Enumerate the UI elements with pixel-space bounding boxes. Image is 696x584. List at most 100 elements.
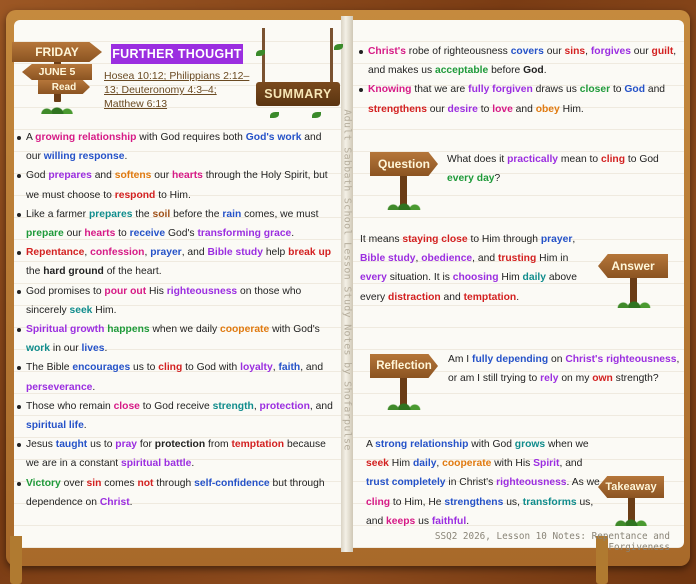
bullet-item: Repentance, confession, prayer, and Bibl… [16, 243, 338, 281]
text-run: for [137, 439, 155, 451]
text-run: to [477, 103, 493, 115]
text-run: . [191, 458, 195, 470]
question-text: What does it practically mean to cling t… [447, 150, 667, 188]
text-run: to [610, 84, 625, 96]
highlighted-term: seek [366, 458, 389, 470]
highlighted-term: strengthens [368, 103, 427, 115]
text-run: before the [170, 208, 223, 220]
text-run: us to [130, 362, 159, 374]
text-run: Like a farmer [26, 208, 89, 220]
text-run: . [516, 291, 520, 303]
highlighted-term: Victory [26, 477, 61, 489]
highlighted-term: prepare [26, 228, 64, 240]
text-run: . [129, 496, 133, 508]
text-run: and [512, 103, 536, 115]
highlighted-term: desire [447, 103, 478, 115]
highlighted-term: temptation [463, 291, 517, 303]
highlighted-term: God [624, 84, 645, 96]
highlighted-term: obey [535, 103, 560, 115]
text-run: that we are [411, 84, 469, 96]
grass-icon [386, 200, 422, 210]
date-board: JUNE 5 [22, 64, 92, 80]
text-run: Those who remain [26, 400, 114, 412]
highlighted-term: self-confidence [194, 477, 270, 489]
text-run: the [26, 266, 44, 278]
text-run: Him. [559, 103, 584, 115]
highlighted-term: choosing [452, 272, 499, 284]
scripture-references[interactable]: Hosea 10:12; Philippians 2:12–13; Deuter… [104, 69, 254, 111]
bullet-item: Those who remain close to God receive st… [16, 397, 338, 435]
text-run: in Christ's [445, 477, 497, 489]
highlighted-term: every [360, 272, 387, 284]
text-run: , and [300, 362, 324, 374]
text-run: the [132, 208, 153, 220]
highlighted-term: protection [259, 400, 310, 412]
highlighted-term: prepares [48, 170, 92, 182]
highlighted-term: cling [600, 154, 626, 165]
highlighted-term: Christ's [368, 46, 406, 57]
text-run: A [26, 132, 36, 143]
bullet-item: Knowing that we are fully forgiven draws… [358, 80, 680, 118]
lesson-footer: SSQ2 2026, Lesson 10 Notes: Repentance a… [434, 531, 670, 553]
highlighted-term: work [26, 343, 51, 355]
text-run: The Bible [26, 362, 73, 374]
highlighted-term: Spirit [533, 458, 560, 470]
text-run: , and [181, 247, 208, 259]
highlighted-term: daily [412, 458, 437, 470]
highlighted-term: rain [222, 208, 242, 220]
highlighted-term: Christ [99, 496, 130, 508]
text-run: draws us [532, 84, 580, 96]
highlighted-term: protection [154, 439, 206, 451]
read-board: Read [38, 80, 90, 94]
text-run: . [92, 381, 96, 393]
highlighted-term: closer [579, 84, 611, 96]
text-run: , and [472, 253, 498, 265]
highlighted-term: taught [55, 439, 88, 451]
highlighted-term: not [137, 477, 154, 489]
text-run: with God requires both [136, 132, 246, 143]
text-run: in our [50, 343, 82, 355]
text-run: to [115, 228, 130, 240]
grass-icon [386, 400, 422, 410]
highlighted-term: encourages [72, 362, 131, 374]
takeaway-sign: Takeaway [598, 476, 664, 498]
text-run: and [91, 170, 115, 182]
text-run: , and [559, 458, 583, 470]
text-run: to Him through [467, 234, 541, 245]
highlighted-term: break up [288, 247, 332, 259]
further-thought-heading: FURTHER THOUGHT [111, 44, 243, 64]
highlighted-term: transforms [522, 496, 577, 508]
highlighted-term: lives [81, 343, 105, 355]
text-run: . [104, 343, 108, 355]
highlighted-term: pour out [104, 285, 147, 297]
day-signpost: FRIDAY JUNE 5 Read [12, 42, 102, 114]
text-run: It means [360, 234, 403, 245]
text-run: before [488, 65, 524, 77]
text-run: us to [87, 439, 116, 451]
text-run: His [146, 285, 167, 297]
highlighted-term: happens [107, 324, 150, 336]
answer-text: It means staying close to Him through pr… [360, 230, 598, 307]
sign-rope-left [262, 28, 265, 84]
text-run: on my [558, 373, 593, 385]
text-run: to God with [182, 362, 241, 374]
highlighted-term: respond [114, 189, 156, 201]
highlighted-term: sins [564, 46, 586, 57]
highlighted-term: soil [152, 208, 171, 220]
highlighted-term: Bible study [207, 247, 263, 259]
text-run: mean to [558, 154, 601, 165]
highlighted-term: sin [86, 477, 102, 489]
highlighted-term: hard ground [43, 266, 104, 278]
bullet-item: Like a farmer prepares the soil before t… [16, 205, 338, 243]
text-run: with God's [269, 324, 320, 336]
right-bullet-list: Christ's robe of righteousness covers ou… [358, 42, 680, 119]
bullet-item: Christ's robe of righteousness covers ou… [358, 42, 680, 80]
text-run: our [426, 103, 448, 115]
highlighted-term: prepares [88, 208, 133, 220]
text-run: when we [545, 439, 589, 450]
highlighted-term: obedience [421, 253, 473, 265]
highlighted-term: trusting [497, 253, 537, 265]
highlighted-term: cling [366, 496, 391, 508]
takeaway-signpost: Takeaway [598, 470, 666, 526]
highlighted-term: prayer [540, 234, 573, 245]
